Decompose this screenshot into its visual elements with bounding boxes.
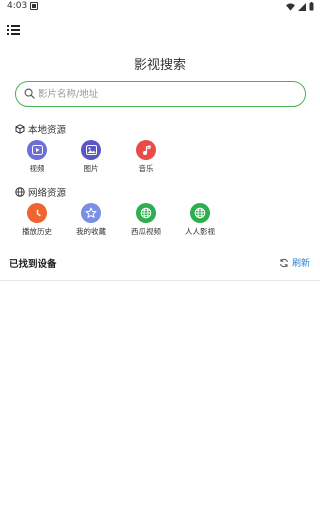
image-icon bbox=[81, 140, 101, 160]
network-section-header: 网络资源 bbox=[15, 185, 66, 199]
video-play-icon bbox=[27, 140, 47, 160]
local-section-title: 本地资源 bbox=[28, 125, 67, 136]
refresh-button[interactable]: 刷新 bbox=[279, 256, 310, 269]
star-icon bbox=[81, 203, 101, 223]
search-box[interactable] bbox=[15, 81, 306, 107]
status-icons bbox=[286, 2, 314, 11]
battery-icon bbox=[309, 2, 314, 11]
tile-label: 人人影视 bbox=[185, 227, 215, 236]
status-bar: 4:03 bbox=[0, 0, 320, 14]
search-input[interactable] bbox=[38, 86, 293, 102]
tile-label: 播放历史 bbox=[22, 227, 52, 236]
tile-image[interactable]: 图片 bbox=[66, 140, 116, 174]
globe-icon bbox=[15, 187, 25, 197]
box-icon bbox=[15, 124, 25, 134]
search-icon bbox=[24, 88, 35, 99]
tile-label: 我的收藏 bbox=[76, 227, 106, 236]
tile-video[interactable]: 视频 bbox=[12, 140, 62, 174]
tile-label: 图片 bbox=[83, 164, 99, 173]
tile-label: 西瓜视频 bbox=[131, 227, 161, 236]
page-title: 影视搜索 bbox=[133, 58, 186, 73]
menu-list-icon[interactable] bbox=[7, 24, 21, 36]
music-note-icon bbox=[136, 140, 156, 160]
tile-history[interactable]: 播放历史 bbox=[12, 203, 62, 237]
globe-icon bbox=[136, 203, 156, 223]
clock-icon bbox=[27, 203, 47, 223]
notification-icon bbox=[30, 2, 38, 10]
signal-icon bbox=[298, 2, 306, 11]
tile-label: 视频 bbox=[29, 164, 45, 173]
tile-xigua[interactable]: 西瓜视频 bbox=[121, 203, 171, 237]
local-section-header: 本地资源 bbox=[15, 122, 66, 136]
status-time: 4:03 bbox=[7, 1, 28, 11]
wifi-icon bbox=[286, 2, 295, 11]
tile-label: 音乐 bbox=[138, 164, 154, 173]
divider bbox=[0, 280, 320, 281]
globe-icon bbox=[190, 203, 210, 223]
refresh-icon bbox=[280, 258, 288, 267]
found-devices-title: 已找到设备 bbox=[9, 259, 57, 270]
refresh-label: 刷新 bbox=[291, 259, 310, 269]
tile-favorites[interactable]: 我的收藏 bbox=[66, 203, 116, 237]
tile-music[interactable]: 音乐 bbox=[121, 140, 171, 174]
tile-renren[interactable]: 人人影视 bbox=[175, 203, 225, 237]
network-section-title: 网络资源 bbox=[28, 188, 67, 199]
